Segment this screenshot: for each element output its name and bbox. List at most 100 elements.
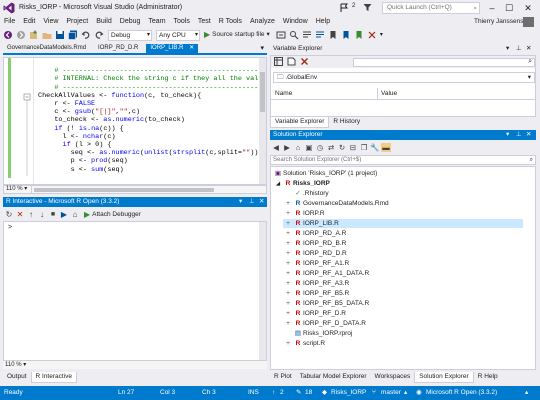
editor-vertical-scrollbar[interactable] (259, 58, 266, 184)
solution-platform-select[interactable]: Any CPU ▾ (156, 29, 200, 41)
tab-r-history[interactable]: R History (329, 117, 364, 127)
show-all-files-icon[interactable]: ❐ (359, 143, 369, 152)
menu-debug[interactable]: Debug (116, 16, 145, 28)
working-dir-icon[interactable]: ⌂ (70, 210, 80, 219)
close-icon[interactable]: ✕ (526, 44, 531, 54)
r-console[interactable]: > (3, 221, 267, 369)
code-text[interactable]: # --------------------------------------… (38, 59, 258, 183)
minimize-button[interactable]: – (484, 2, 500, 14)
expander-icon[interactable]: + (283, 219, 293, 228)
start-button[interactable]: ▶ Source startup file ▾ (204, 29, 270, 41)
tree-item[interactable]: + R IORP_RF_B5_DATA.R (283, 299, 523, 308)
editor-zoom-select[interactable]: 110 % ▾ (4, 186, 32, 193)
redo-icon[interactable] (94, 30, 104, 40)
window-position-icon[interactable]: ▾ (239, 197, 242, 207)
prev-bookmark-icon[interactable] (341, 30, 351, 40)
find-icon[interactable] (289, 30, 299, 40)
attach-debugger-button[interactable]: ▶ Attach Debugger (84, 210, 141, 219)
expander-icon[interactable]: + (283, 309, 293, 318)
pin-icon[interactable]: ⊥ (516, 44, 522, 54)
back-icon[interactable]: ◀ (271, 143, 281, 152)
clear-icon[interactable]: ✕ (15, 210, 25, 219)
properties-icon[interactable]: 🔧 (370, 143, 380, 152)
close-button[interactable]: ✕ (520, 2, 536, 14)
menu-edit[interactable]: Edit (19, 16, 39, 28)
maximize-button[interactable]: ☐ (501, 2, 517, 14)
tree-project-node[interactable]: ◢ R Risks_IORP (273, 179, 330, 188)
unpublished-commits-count[interactable]: 2 (280, 386, 284, 400)
expander-icon[interactable]: + (283, 299, 293, 308)
expander-icon[interactable]: + (283, 239, 293, 248)
close-icon[interactable]: ✕ (526, 130, 531, 140)
comment-icon[interactable] (302, 30, 312, 40)
menu-help[interactable]: Help (312, 16, 334, 28)
menu-build[interactable]: Build (92, 16, 116, 28)
tab-governance-rmd[interactable]: GovernanceDataModels.Rmd (3, 44, 90, 53)
forward-icon[interactable]: ▶ (282, 143, 292, 152)
toolbar-overflow-icon[interactable]: ▾ (380, 30, 390, 40)
new-project-icon[interactable] (29, 30, 39, 40)
open-file-icon[interactable] (42, 30, 52, 40)
column-header-name[interactable]: Name (275, 88, 292, 100)
solution-search-input[interactable]: Search Solution Explorer (Ctrl+$) ⌕ (270, 155, 536, 165)
expander-icon[interactable]: + (283, 319, 293, 328)
menu-tools[interactable]: Tools (170, 16, 194, 28)
menu-project[interactable]: Project (62, 16, 92, 28)
undo-icon[interactable] (81, 30, 91, 40)
tree-item[interactable]: ✓ .Rhistory (283, 189, 523, 198)
repository-name[interactable]: Risks_IORP (331, 386, 366, 400)
close-icon[interactable]: ✕ (259, 197, 264, 207)
tab-r-help[interactable]: R Help (474, 372, 502, 382)
pending-changes-count[interactable]: 18 (305, 386, 312, 400)
history-down-icon[interactable]: ↓ (37, 210, 47, 219)
tree-item[interactable]: + R IORP_LIB.R (283, 219, 523, 228)
import-file-icon[interactable] (287, 57, 297, 68)
reset-icon[interactable]: ↻ (4, 210, 14, 219)
interrupt-icon[interactable]: ▶ (59, 210, 69, 219)
branch-name[interactable]: master (381, 386, 401, 400)
switch-views-icon[interactable]: ▣ (304, 143, 314, 152)
save-icon[interactable] (55, 30, 65, 40)
sync-icon[interactable]: ⇄ (326, 143, 336, 152)
history-up-icon[interactable]: ↑ (26, 210, 36, 219)
scrollbar-thumb[interactable] (260, 72, 265, 112)
back-icon[interactable] (3, 30, 13, 40)
pencil-icon[interactable]: ✎ (296, 386, 301, 400)
notification-flag-icon[interactable] (339, 3, 349, 13)
tree-item[interactable]: + R IORP_RF_A3.R (283, 279, 523, 288)
import-dataset-icon[interactable] (274, 56, 284, 68)
tree-item[interactable]: + R GovernanceDataModels.Rmd (283, 199, 523, 208)
expander-icon[interactable]: + (283, 279, 293, 288)
branch-icon[interactable]: ⑂ (372, 386, 376, 400)
expander-icon[interactable]: + (283, 199, 293, 208)
tree-item[interactable]: ▤ Risks_IORP.rproj (283, 329, 523, 338)
user-name[interactable]: Thierry Janssens (474, 16, 524, 28)
tab-output[interactable]: Output (3, 372, 31, 382)
tree-item[interactable]: + R IORP_RF_B5.R (283, 289, 523, 298)
uncomment-icon[interactable] (315, 30, 325, 40)
menu-analyze[interactable]: Analyze (246, 16, 279, 28)
tree-item[interactable]: + R IORP_RD_B.R (283, 239, 523, 248)
quick-launch-input[interactable]: Quick Launch (Ctrl+Q) ⌕ (382, 2, 480, 14)
tab-solution-explorer[interactable]: Solution Explorer (414, 371, 474, 383)
expander-icon[interactable]: + (283, 259, 293, 268)
pin-icon[interactable]: ⊥ (249, 197, 255, 207)
tree-item[interactable]: + R IORP_RD_D.R (283, 249, 523, 258)
tab-tabular-model-explorer[interactable]: Tabular Model Explorer (296, 372, 371, 382)
repository-icon[interactable]: ◆ (322, 386, 327, 400)
tree-item[interactable]: + R IORP_RF_A1.R (283, 259, 523, 268)
chevron-up-icon[interactable]: ▴ (404, 386, 407, 400)
tab-iorp-lib[interactable]: IORP_LIB.R ✕ (146, 44, 199, 53)
tree-item[interactable]: + R IORP_RD_A.R (283, 229, 523, 238)
chevron-down-icon[interactable]: ◢ (273, 180, 283, 189)
editor-horizontal-scrollbar[interactable] (34, 188, 214, 192)
forward-icon[interactable] (16, 30, 26, 40)
home-icon[interactable]: ⌂ (293, 143, 303, 152)
expander-icon[interactable]: + (283, 269, 293, 278)
tab-workspaces[interactable]: Workspaces (371, 372, 415, 382)
save-all-icon[interactable] (68, 30, 78, 40)
bookmark-icon[interactable] (328, 30, 338, 40)
tree-item[interactable]: + R IORP_RF_D.R (283, 309, 523, 318)
avatar[interactable] (523, 17, 534, 27)
code-editor[interactable]: # --------------------------------------… (3, 57, 267, 185)
